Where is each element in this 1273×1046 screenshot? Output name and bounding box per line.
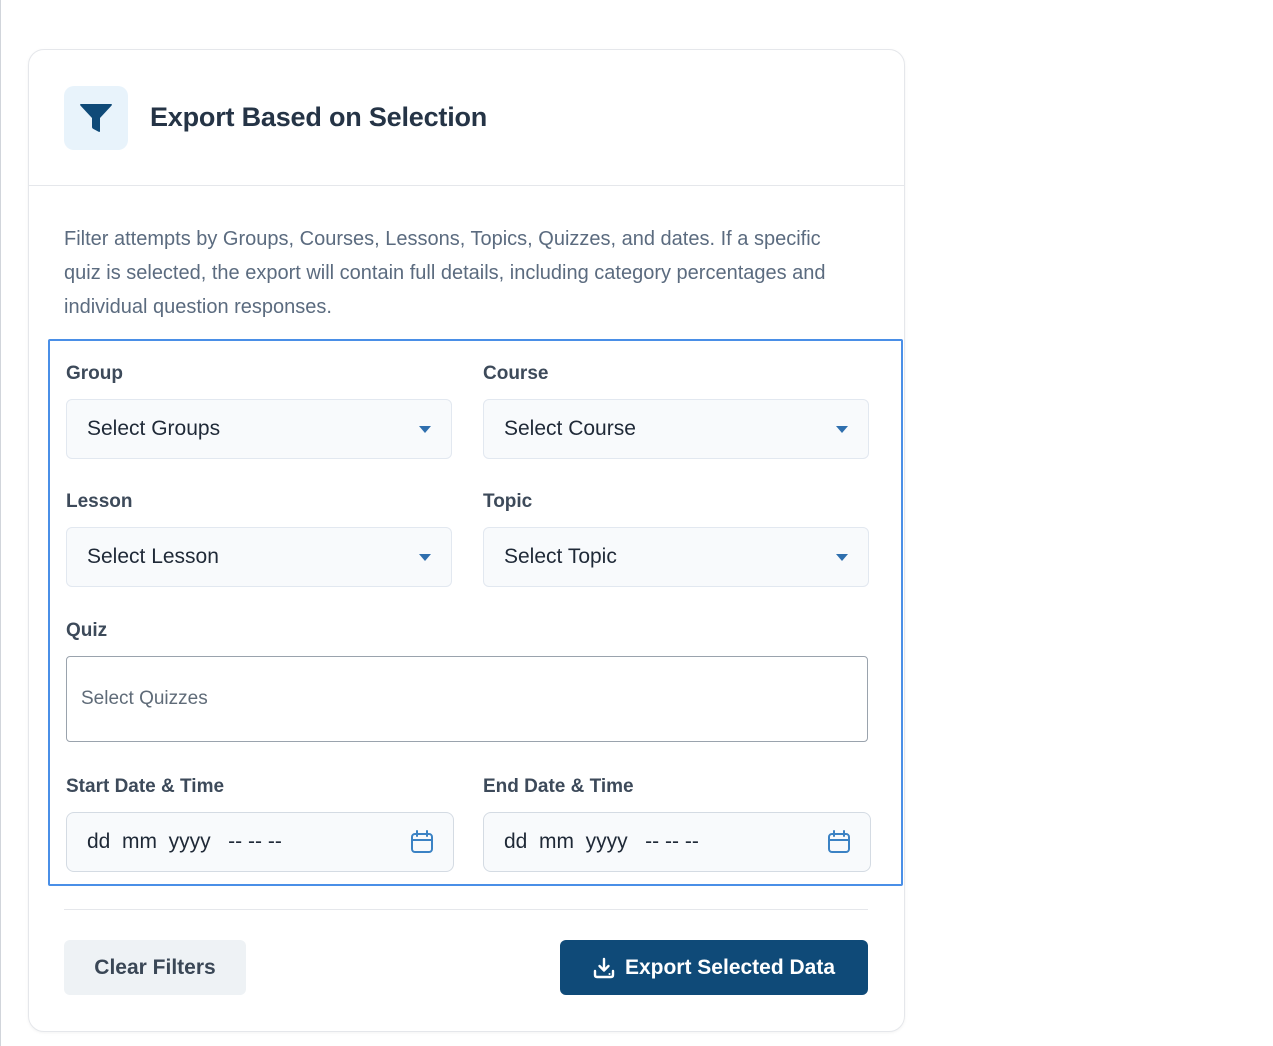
export-selected-data-button[interactable]: Export Selected Data [560,940,868,995]
quiz-multiselect[interactable]: Select Quizzes [66,656,868,742]
lesson-label: Lesson [66,491,133,512]
topic-label: Topic [483,491,533,512]
group-select[interactable]: Select Groups [66,399,452,459]
calendar-icon[interactable] [826,829,852,855]
chevron-down-icon [419,426,431,433]
chevron-down-icon [836,554,848,561]
lesson-select-value: Select Lesson [87,545,219,568]
filter-icon-badge [64,85,128,150]
course-label: Course [483,363,549,384]
export-selection-card: Export Based on Selection Filter attempt… [28,49,905,1032]
group-select-value: Select Groups [87,417,221,440]
start-date-placeholder: dd mm yyyy -- -- -- [87,830,282,853]
card-title: Export Based on Selection [150,102,488,132]
window-edge [0,0,1,1046]
quiz-placeholder: Select Quizzes [81,688,208,709]
calendar-icon[interactable] [409,829,435,855]
filters-section: Group Select Groups Course Select Course… [48,339,903,886]
start-date-label: Start Date & Time [66,776,225,797]
actions-divider [64,909,868,910]
course-select-value: Select Course [504,417,636,440]
start-date-input[interactable]: dd mm yyyy -- -- -- [66,812,454,872]
card-header: Export Based on Selection [29,50,904,186]
card-description: Filter attempts by Groups, Courses, Less… [64,228,826,318]
group-label: Group [66,363,123,384]
lesson-select[interactable]: Select Lesson [66,527,452,587]
download-icon [593,957,615,979]
export-button-label: Export Selected Data [624,955,836,979]
end-date-label: End Date & Time [483,776,634,797]
topic-select-value: Select Topic [504,545,617,568]
chevron-down-icon [419,554,431,561]
chevron-down-icon [836,426,848,433]
topic-select[interactable]: Select Topic [483,527,869,587]
course-select[interactable]: Select Course [483,399,869,459]
end-date-placeholder: dd mm yyyy -- -- -- [504,830,699,853]
filter-icon [80,103,112,132]
quiz-label: Quiz [66,620,108,641]
clear-filters-button[interactable]: Clear Filters [64,940,246,995]
end-date-input[interactable]: dd mm yyyy -- -- -- [483,812,871,872]
